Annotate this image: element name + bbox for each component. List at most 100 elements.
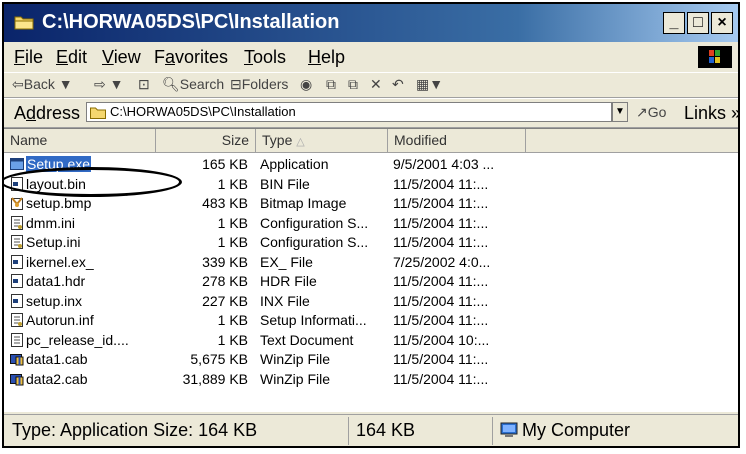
address-value: C:\HORWA05DS\PC\Installation [110,104,296,119]
config-file-icon [10,215,24,230]
status-size: 164 KB [356,420,416,440]
search-icon: 🔍︎ [162,76,180,92]
up-folder-button[interactable]: ⊡ [138,76,150,93]
delete-button[interactable]: ✕ [370,76,382,93]
column-type[interactable]: Type △ [256,129,388,153]
go-arrow-icon: ↗ [636,104,648,120]
back-button[interactable]: ⇦Back ▼ [12,76,73,93]
move-to-button[interactable]: ⧉ [326,76,336,93]
forward-button[interactable]: ⇨ ▼ [94,76,123,93]
file-type: HDR File [260,273,317,289]
windows-logo-icon [698,46,732,68]
file-size: 227 KB [202,292,248,309]
file-size: 165 KB [202,156,248,172]
winzip-icon [10,352,24,366]
views-button[interactable]: ▦▼ [416,76,443,93]
file-size: 278 KB [202,273,248,289]
generic-file-icon [10,274,24,288]
file-modified: 11/5/2004 11:... [393,351,489,367]
status-divider [348,417,349,445]
status-bar: Type: Application Size: 164 KB 164 KB My… [4,414,738,446]
file-name: Autorun.inf [26,312,94,328]
menu-help-accel: H [308,47,321,67]
folders-button[interactable]: ⊟Folders [230,76,288,93]
chevron-down-icon: ▼ [615,106,625,117]
search-button[interactable]: 🔍︎Search [162,76,224,93]
menu-view[interactable]: View [102,47,141,68]
file-modified: 7/25/2002 4:0... [393,253,491,270]
file-type: Text Document [260,331,354,348]
menu-tools[interactable]: Tools [244,47,286,68]
menu-favorites[interactable]: Favorites [154,47,228,68]
file-row[interactable]: pc_release_id.... 1 KB Text Document 11/5/2… [4,331,738,349]
menu-favorites-accel: a [165,47,176,67]
file-size: 1 KB [217,234,248,250]
column-modified[interactable]: Modified [388,129,526,153]
file-size: 5,675 KB [190,351,248,367]
file-size: 1 KB [217,312,248,328]
file-modified: 9/5/2001 4:03 ... [393,156,495,172]
menu-edit[interactable]: Edit [56,47,87,68]
column-filler [526,129,738,153]
file-modified: 11/5/2004 11:... [393,214,489,231]
winzip-icon [10,372,24,386]
file-type: BIN File [260,175,310,192]
history-button[interactable]: ◉ [300,76,312,93]
go-button[interactable]: ↗Go [636,104,666,121]
file-name-cell: Setup.ini [10,233,160,251]
menu-view-accel: V [102,47,114,67]
address-bar: Address C:\HORWA05DS\PC\Installation ▼ ↗… [4,98,738,128]
config-file-icon [10,235,24,249]
column-name[interactable]: Name [4,129,156,153]
copy-to-button[interactable]: ⧉ [348,76,358,93]
minimize-button[interactable]: _ [663,12,685,34]
menu-help[interactable]: Help [308,47,345,68]
file-name: Setup.ini [26,234,81,250]
file-name: data1.hdr [26,273,86,289]
file-list[interactable]: Name Size Type △ Modified Setup.exe 165 K… [4,128,738,412]
file-name: dmm.ini [26,214,76,231]
column-type-label: Type [262,132,293,148]
application-icon [10,157,24,171]
search-label: Search [179,76,225,92]
file-type: Configuration S... [260,214,369,231]
title-bar[interactable]: C:\HORWA05DS\PC\Installation _ □ × [4,4,738,42]
maximize-button[interactable]: □ [687,12,709,34]
generic-file-icon [10,254,24,269]
file-type: Configuration S... [260,234,369,250]
file-row[interactable]: setup.bmp 483 KB Bitmap Image 11/5/2004 11:… [4,194,738,212]
file-row[interactable]: dmm.ini 1 KB Configuration S... 11/5/2004 1… [4,214,738,232]
column-size[interactable]: Size [156,129,256,153]
file-modified: 11/5/2004 11:... [393,312,489,328]
file-name: setup.inx [26,292,83,309]
file-modified: 11/5/2004 11:... [393,292,489,309]
file-name: data1.cab [26,351,88,367]
menu-view-label: iew [113,47,141,67]
file-name-cell: pc_release_id.... [10,331,160,349]
status-divider [492,417,493,445]
address-label-accel: d [26,103,37,123]
file-row[interactable]: ikernel.ex_ 339 KB EX_ File 7/25/2002 4:0..… [4,253,738,271]
menu-file[interactable]: File [14,47,43,68]
links-button[interactable]: Links » [684,103,738,124]
file-name-cell: Autorun.inf [10,311,160,329]
menu-edit-label: dit [68,47,88,67]
close-button[interactable]: × [711,12,733,34]
go-label: Go [647,104,667,120]
file-row[interactable]: data1.cab 5,675 KB WinZip File 11/5/2004 11… [4,350,738,368]
file-row[interactable]: Setup.ini 1 KB Configuration S... 11/5/2004… [4,233,738,251]
file-modified: 11/5/2004 10:... [393,331,490,348]
menu-tools-label: ools [253,47,287,67]
address-dropdown-button[interactable]: ▼ [612,102,628,122]
file-row[interactable]: Autorun.inf 1 KB Setup Informati... 11/5/20… [4,311,738,329]
file-name-cell: data2.cab [10,370,160,388]
file-row[interactable]: setup.inx 227 KB INX File 11/5/2004 11:... [4,292,738,310]
file-row[interactable]: data2.cab 31,889 KB WinZip File 11/5/2004 1… [4,370,738,388]
address-label-pre: A [14,103,27,123]
address-input[interactable]: C:\HORWA05DS\PC\Installation [86,102,612,122]
file-row[interactable]: data1.hdr 278 KB HDR File 11/5/2004 11:... [4,272,738,290]
windows-flag-icon [709,50,720,63]
status-zone: My Computer [522,420,631,440]
undo-button[interactable]: ↶ [392,76,404,93]
file-name-cell: data1.cab [10,350,160,368]
